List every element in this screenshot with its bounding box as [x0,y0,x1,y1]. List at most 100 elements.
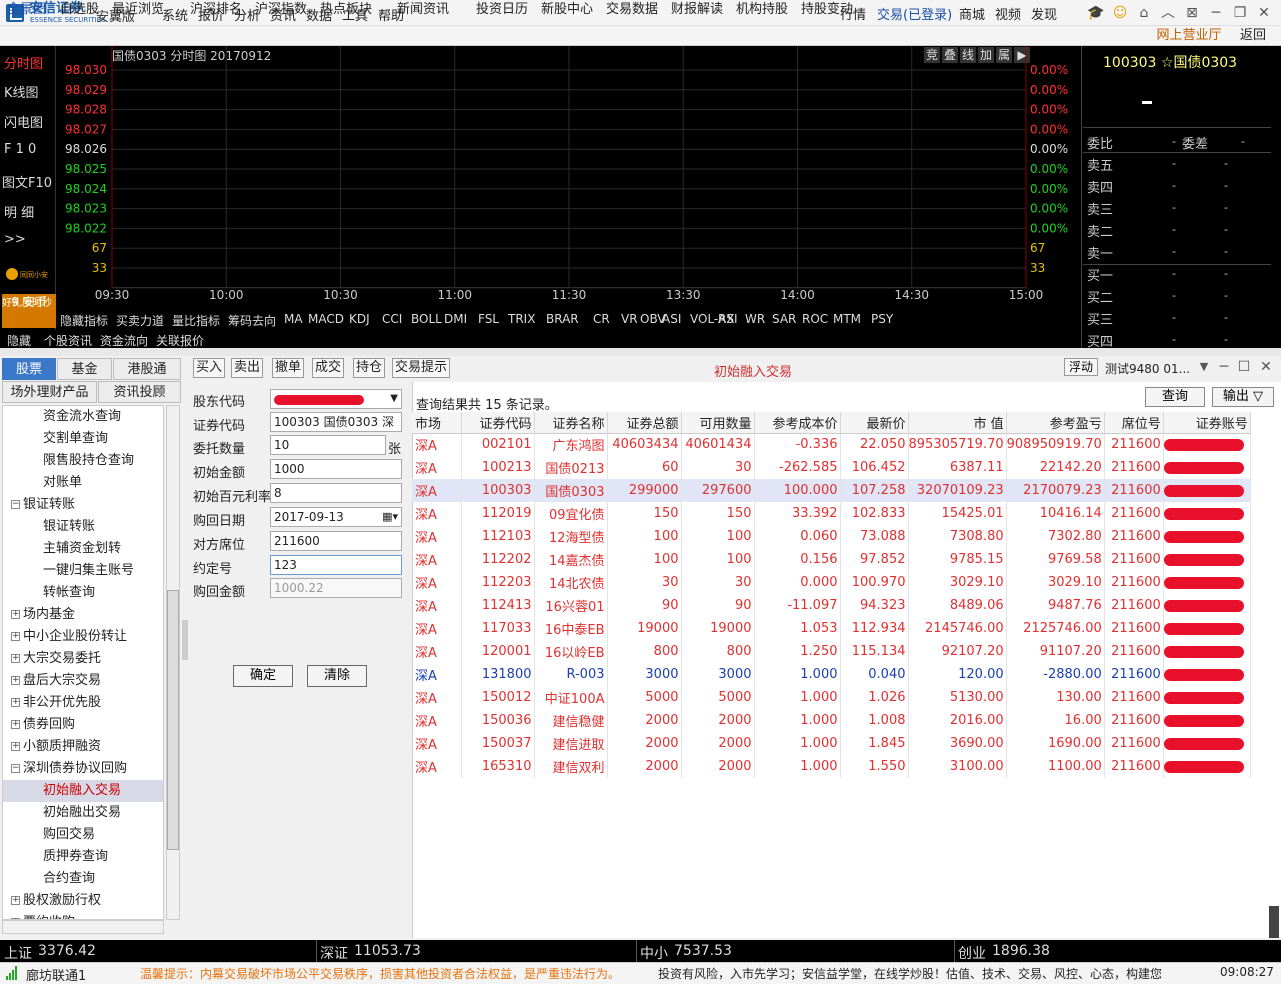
table-row[interactable]: 深A 112103 12海型债 100 100 0.060 73.088 7308.80 730… [412,525,1251,548]
indicator-boll[interactable]: BOLL [411,312,442,326]
column-header[interactable]: 证券账号 [1163,412,1251,434]
indicator-rsi[interactable]: RSI [718,312,738,326]
nav-panorama[interactable]: 全景图 [7,1,46,19]
assistant-icon[interactable] [6,268,18,280]
panel-close-icon[interactable]: ✕ [1256,357,1276,377]
expand-icon[interactable]: + [11,742,20,751]
nav-trade-data[interactable]: 交易数据 [606,1,658,19]
home-icon[interactable]: ⌂ [1134,3,1154,23]
column-header[interactable]: 席位号 [1104,412,1164,434]
mall-link[interactable]: 商城 [959,4,985,23]
indicator-筹码去向[interactable]: 筹码去向 [228,312,276,329]
indicator-买卖力道[interactable]: 买卖力道 [116,312,164,329]
tree-item[interactable]: + 债券回购 [9,714,163,736]
graduation-icon[interactable]: 🎓 [1086,3,1106,23]
compact-icon[interactable]: ⊠ [1182,3,1202,23]
indicator-roc[interactable]: ROC [802,312,828,326]
counterparty-seat-input[interactable]: 211600 [270,531,402,551]
indicator-macd[interactable]: MACD [308,312,344,326]
calendar-icon[interactable]: ▦▾ [382,508,398,526]
table-row[interactable]: 深A 150036 建信稳健 2000 2000 1.000 1.008 2016.00 16.… [412,709,1251,732]
agreement-no-input[interactable]: 123 [270,555,402,575]
panel-minimize-icon[interactable]: ─ [1214,357,1234,377]
indicator-kdj[interactable]: KDJ [349,312,370,326]
expand-icon[interactable]: + [11,698,20,707]
cancel-order-button[interactable]: 撤单 [272,358,304,378]
tree-item[interactable]: 转帐查询 [3,582,163,604]
indicator-vr[interactable]: VR [621,312,638,326]
assistant-label[interactable]: 同同小安 [20,270,48,280]
expand-icon[interactable]: + [11,610,20,619]
expand-icon[interactable]: + [11,632,20,641]
sub-stock-news[interactable]: 个股资讯 [44,332,92,349]
connection-status[interactable]: 廊坊联通1 [26,965,86,984]
indicator-mtm[interactable]: MTM [833,312,861,326]
nav-holding-change[interactable]: 持股变动 [801,1,853,19]
nav-ranking[interactable]: 沪深排名 [190,1,242,19]
expand-icon[interactable]: + [11,720,20,729]
indicator-trix[interactable]: TRIX [508,312,535,326]
table-row[interactable]: 深A 120001 16以岭EB 800 800 1.250 115.134 92107.20… [412,640,1251,663]
tree-item[interactable]: +要约收购 [9,912,163,919]
tab-more[interactable]: >> [4,232,26,247]
table-row[interactable]: 深A 131800 R-003 3000 3000 1.000 0.040 120.00 -28… [412,663,1251,686]
tab-graphic-f10[interactable]: 图文F10 [2,172,52,191]
indicator-ma[interactable]: MA [284,312,303,326]
column-header[interactable]: 市场 [412,412,462,434]
tree-item[interactable]: + 股权激励行权 [9,890,163,912]
tree-item[interactable]: 一键归集主账号 [3,560,163,582]
buy-button[interactable]: 买入 [193,358,225,378]
tab-flash[interactable]: 闪电图 [4,112,43,131]
table-row[interactable]: 深A 165310 建信双利 2000 2000 1.000 1.550 3100.00 110… [412,755,1251,778]
tab-f10[interactable]: F 1 0 [4,142,36,157]
minimize-icon[interactable]: ─ [1206,3,1226,23]
table-row[interactable]: 深A 002101 广东鸿图 40603434 40601434 -0.336 22.050… [412,433,1251,456]
tab-fund[interactable]: 基金 [57,358,112,380]
tab-detail[interactable]: 明 细 [4,202,34,221]
tree-item[interactable]: − 深圳债券协议回购 [9,758,163,780]
export-button[interactable]: 输出 ▽ [1212,387,1274,407]
panel-maximize-icon[interactable]: ☐ [1234,357,1254,377]
sub-hide[interactable]: 隐藏 [7,332,31,349]
tab-advisory[interactable]: 资讯投顾 [98,381,181,403]
nav-institution[interactable]: 机构持股 [736,1,788,19]
tree-item[interactable]: + 大宗交易委托 [9,648,163,670]
tab-kline[interactable]: K线图 [4,82,39,101]
tree-item[interactable]: + 中小企业股份转让 [9,626,163,648]
up-arrow-icon[interactable]: ︿ [1158,3,1178,23]
tree-item[interactable]: 合约查询 [3,868,163,890]
menu-system[interactable]: 系统 [162,5,188,24]
quantity-input[interactable]: 10 [270,435,386,455]
results-scrollbar[interactable] [1269,906,1279,938]
account-select[interactable]: 测试9480 01... [1105,360,1190,377]
indicator-隐藏指标[interactable]: 隐藏指标 [60,312,108,329]
column-header[interactable]: 证券代码 [461,412,535,434]
nav-recent[interactable]: 最近浏览 [112,1,164,19]
indicator-asi[interactable]: ASI [662,312,681,326]
discover-link[interactable]: 发现 [1031,4,1057,23]
nav-news[interactable]: 新闻资讯 [397,1,449,19]
trade-link[interactable]: 交易(已登录) [877,4,952,23]
table-row[interactable]: 深A 112203 14北农债 30 30 0.000 100.970 3029.10 3029… [412,571,1251,594]
tree-item[interactable]: − 银证转账 [9,494,163,516]
table-row[interactable]: 深A 100303 国债0303 299000 297600 100.000 107.258… [412,479,1251,502]
column-header[interactable]: 市 值 [908,412,1007,434]
close-icon[interactable]: ✕ [1254,3,1274,23]
table-row[interactable]: 深A 150037 建信进取 2000 2000 1.000 1.845 3690.00 169… [412,732,1251,755]
shareholder-code-select[interactable]: ▼ [270,389,402,409]
table-row[interactable]: 深A 117033 16中泰EB 19000 19000 1.053 112.934 2145… [412,617,1251,640]
index-name[interactable]: 创业 [958,943,986,963]
online-hall-link[interactable]: 网上营业厅 [1148,26,1230,46]
indicator-量比指标[interactable]: 量比指标 [172,312,220,329]
tree-item[interactable]: 质押券查询 [3,846,163,868]
tree-item[interactable]: + 小额质押融资 [9,736,163,758]
query-button[interactable]: 查询 [1145,387,1205,407]
indicator-wr[interactable]: WR [745,312,765,326]
column-header[interactable]: 可用数量 [681,412,755,434]
tree-item[interactable]: 限售股持仓查询 [3,450,163,472]
indicator-cci[interactable]: CCI [382,312,402,326]
pane-splitter[interactable] [0,348,1281,356]
table-row[interactable]: 深A 112413 16兴蓉01 90 90 -11.097 94.323 8489.06 94… [412,594,1251,617]
back-button[interactable]: 返回 [1240,26,1266,46]
expand-icon[interactable]: + [11,654,20,663]
